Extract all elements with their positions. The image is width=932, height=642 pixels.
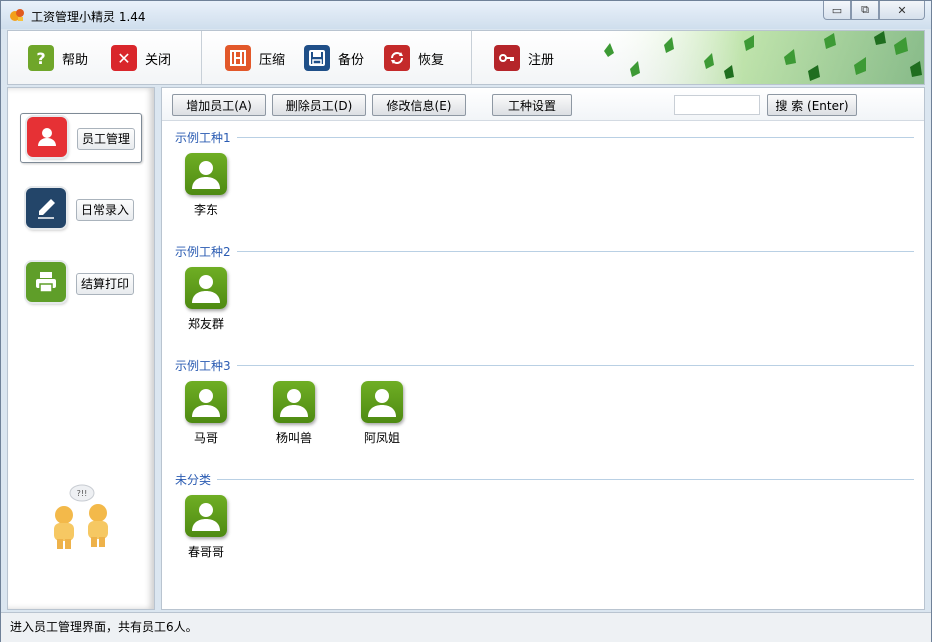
sidebar-item-label: 结算打印 [76, 273, 135, 295]
key-icon [494, 45, 520, 71]
sidebar: 员工管理 日常录入 结算打印 ?!! [7, 87, 155, 610]
status-text: 进入员工管理界面，共有员工6人。 [10, 620, 198, 634]
help-label: 帮助 [62, 52, 89, 68]
mascot-illustration: ?!! [54, 484, 108, 549]
close-window-button[interactable]: ✕ [879, 1, 925, 20]
sidebar-item-label: 日常录入 [76, 199, 135, 221]
group-divider [237, 251, 914, 252]
register-button[interactable]: 注册 [494, 44, 554, 72]
sidebar-item-daily-entry[interactable]: 日常录入 [20, 185, 140, 233]
title-bar[interactable]: 工资管理小精灵 1.44 ▭ ⧉ ✕ [1, 1, 931, 29]
toolbar-separator [471, 31, 472, 84]
minimize-button[interactable]: ▭ [823, 1, 851, 20]
save-disk-icon [304, 45, 330, 71]
employee-card[interactable]: 马哥 [176, 381, 236, 446]
search-input[interactable] [674, 95, 760, 115]
group-divider [237, 137, 914, 138]
group-divider [217, 479, 914, 480]
employee-avatar-icon [185, 267, 227, 309]
restore-label: 恢复 [418, 52, 445, 68]
employee-avatar-icon [185, 495, 227, 537]
group-title: 示例工种2 [175, 245, 231, 259]
employee-name: 马哥 [193, 431, 218, 445]
sidebar-item-employee-management[interactable]: 员工管理 [20, 113, 142, 163]
group-title: 未分类 [175, 473, 212, 487]
employee-panel: 增加员工(A) 删除员工(D) 修改信息(E) 工种设置 搜 索 (Enter)… [161, 87, 925, 610]
close-button[interactable]: ✕ 关闭 [111, 44, 171, 72]
status-bar: 进入员工管理界面，共有员工6人。 [1, 612, 931, 642]
restore-data-button[interactable]: 恢复 [384, 44, 444, 72]
pen-icon [26, 188, 66, 228]
employee-card[interactable]: 阿凤姐 [352, 381, 412, 446]
group-divider [237, 365, 914, 366]
employee-card[interactable]: 郑友群 [176, 267, 236, 332]
decorative-leaves-image [594, 31, 924, 84]
sidebar-item-settlement-print[interactable]: 结算打印 [20, 259, 140, 307]
window-controls: ▭ ⧉ ✕ [823, 1, 925, 21]
employee-card[interactable]: 春哥哥 [176, 495, 236, 560]
sidebar-item-label: 员工管理 [77, 128, 136, 150]
group-title: 示例工种3 [175, 359, 231, 373]
job-settings-button[interactable]: 工种设置 [492, 94, 572, 116]
employee-name: 郑友群 [187, 317, 224, 331]
employee-avatar-icon [273, 381, 315, 423]
employee-name: 李东 [193, 203, 218, 217]
employee-name: 春哥哥 [187, 545, 224, 559]
compress-label: 压缩 [259, 52, 286, 68]
employee-name: 杨叫兽 [275, 431, 312, 445]
compress-icon [225, 45, 251, 71]
employee-avatar-icon [185, 381, 227, 423]
search-button[interactable]: 搜 索 (Enter) [767, 94, 857, 116]
delete-employee-button[interactable]: 删除员工(D) [272, 94, 366, 116]
employee-card[interactable]: 杨叫兽 [264, 381, 324, 446]
add-employee-button[interactable]: 增加员工(A) [172, 94, 266, 116]
restore-refresh-icon [384, 45, 410, 71]
register-label: 注册 [528, 52, 555, 68]
toolbar-separator [201, 31, 202, 84]
person-icon [27, 117, 67, 157]
restore-button[interactable]: ⧉ [851, 1, 879, 20]
app-logo-icon [10, 9, 24, 21]
employee-card[interactable]: 李东 [176, 153, 236, 218]
employee-name: 阿凤姐 [363, 431, 400, 445]
edit-info-button[interactable]: 修改信息(E) [372, 94, 466, 116]
group-title: 示例工种1 [175, 131, 231, 145]
main-toolbar: ? 帮助 ✕ 关闭 压缩 备份 恢复 注册 [7, 30, 925, 85]
backup-label: 备份 [338, 52, 365, 68]
mascot-bubble-text: ?!! [77, 489, 88, 498]
app-window: 工资管理小精灵 1.44 ▭ ⧉ ✕ ? 帮助 ✕ 关闭 压缩 备份 恢复 注册… [0, 0, 932, 642]
compress-button[interactable]: 压缩 [225, 44, 285, 72]
backup-button[interactable]: 备份 [304, 44, 364, 72]
close-x-icon: ✕ [111, 45, 137, 71]
help-icon: ? [28, 45, 54, 71]
employee-avatar-icon [361, 381, 403, 423]
close-label: 关闭 [145, 52, 172, 68]
printer-icon [26, 262, 66, 302]
help-button[interactable]: ? 帮助 [28, 44, 88, 72]
window-title: 工资管理小精灵 1.44 [31, 10, 146, 24]
employee-toolbar: 增加员工(A) 删除员工(D) 修改信息(E) 工种设置 搜 索 (Enter) [162, 88, 924, 121]
employee-avatar-icon [185, 153, 227, 195]
